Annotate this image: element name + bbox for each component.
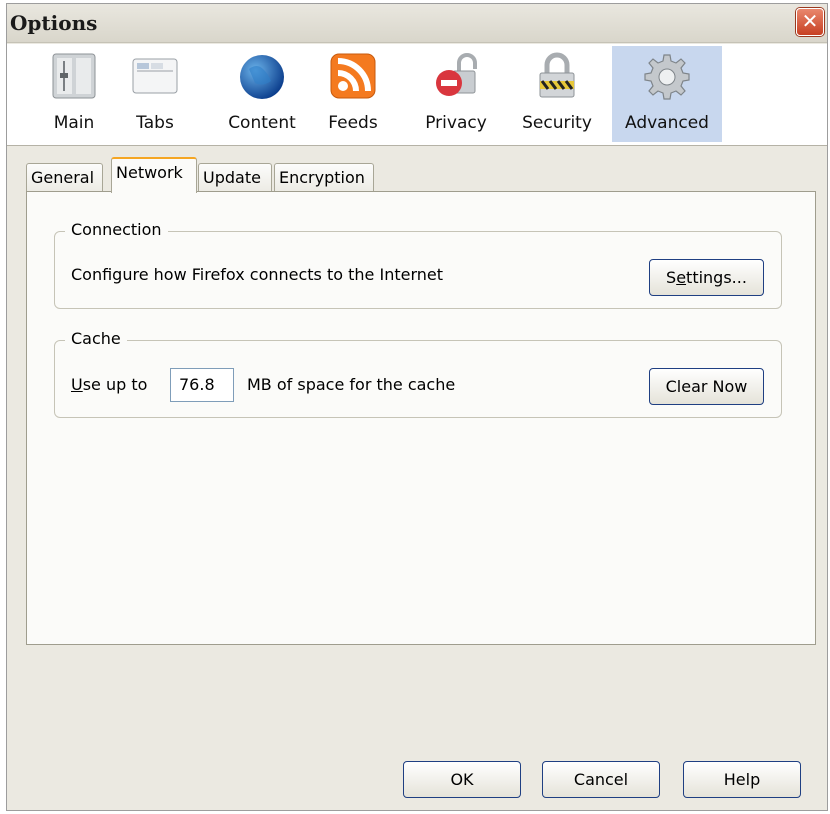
window-title: Options xyxy=(10,11,98,35)
tab-network[interactable]: Network xyxy=(111,157,197,193)
connection-description: Configure how Firefox connects to the In… xyxy=(71,265,443,284)
rss-feed-icon xyxy=(330,53,376,99)
cache-unit-text: MB of space for the cache xyxy=(247,375,456,394)
close-button[interactable]: ✕ xyxy=(796,8,824,36)
gear-icon xyxy=(644,54,690,100)
pane-label: Main xyxy=(53,113,95,133)
main-icon xyxy=(52,53,96,99)
options-dialog: Options ✕ Main Tabs Content Feeds Privac… xyxy=(6,3,828,811)
pane-advanced[interactable]: Advanced xyxy=(612,46,722,142)
pane-feeds[interactable]: Feeds xyxy=(318,46,388,142)
pane-label: Content xyxy=(228,113,296,133)
network-tab-panel: Connection Configure how Firefox connect… xyxy=(26,191,816,645)
clear-now-button[interactable]: Clear Now xyxy=(649,368,764,405)
settings-button[interactable]: Settings... xyxy=(649,259,764,296)
pane-privacy[interactable]: Privacy xyxy=(413,46,499,142)
cache-legend: Cache xyxy=(65,329,127,348)
ok-button[interactable]: OK xyxy=(403,761,521,798)
pane-label: Tabs xyxy=(136,113,174,133)
pane-content[interactable]: Content xyxy=(217,46,307,142)
pane-main[interactable]: Main xyxy=(29,46,119,142)
close-icon: ✕ xyxy=(801,9,819,33)
pane-label: Advanced xyxy=(625,113,709,133)
tab-update[interactable]: Update xyxy=(198,163,272,192)
connection-legend: Connection xyxy=(65,220,168,239)
settings-accesskey: e xyxy=(676,268,687,287)
pane-label: Privacy xyxy=(425,113,487,133)
settings-label-prefix: S xyxy=(666,268,677,287)
pane-label: Security xyxy=(522,113,592,133)
title-bar: Options ✕ xyxy=(7,4,827,43)
tabs-icon xyxy=(132,58,178,94)
connection-group: Connection Configure how Firefox connect… xyxy=(54,220,782,309)
globe-icon xyxy=(240,55,284,99)
cancel-button[interactable]: Cancel xyxy=(542,761,660,798)
settings-label-suffix: ttings... xyxy=(686,268,747,287)
cache-use-up-suffix: se up to xyxy=(82,375,148,394)
pane-security[interactable]: Security xyxy=(512,46,602,142)
pane-toolbar: Main Tabs Content Feeds Privacy Security… xyxy=(7,44,827,146)
cache-accesskey: U xyxy=(71,375,83,394)
cache-size-input[interactable]: 76.8 xyxy=(170,368,234,402)
help-button[interactable]: Help xyxy=(683,761,801,798)
security-padlock-icon xyxy=(539,52,575,98)
cache-use-up-label: Use up to xyxy=(71,375,147,394)
pane-tabs[interactable]: Tabs xyxy=(119,46,191,142)
tab-general[interactable]: General xyxy=(26,163,103,192)
tab-encryption[interactable]: Encryption xyxy=(274,163,374,192)
privacy-lock-icon xyxy=(436,53,477,96)
pane-label: Feeds xyxy=(328,113,378,133)
cache-group: Cache Use up to 76.8 MB of space for the… xyxy=(54,329,782,418)
